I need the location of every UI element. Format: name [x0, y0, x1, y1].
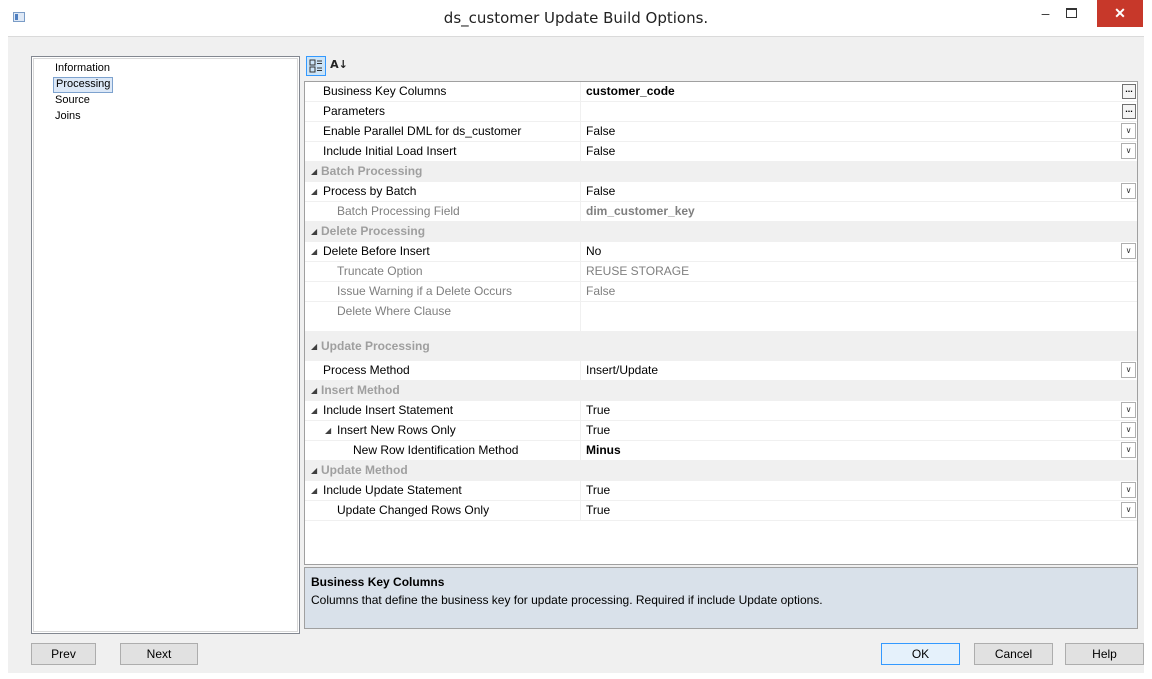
property-value[interactable]: False: [580, 182, 1137, 201]
chevron-down-icon[interactable]: ∨: [1121, 183, 1136, 199]
property-label: Insert New Rows Only: [337, 423, 456, 437]
property-row[interactable]: Batch Processing Field dim_customer_key: [305, 202, 1137, 222]
property-label: Update Changed Rows Only: [337, 503, 490, 517]
category-delete-processing[interactable]: ◢ Delete Processing: [305, 222, 1137, 242]
tree-item-joins[interactable]: Joins: [53, 109, 83, 123]
next-button[interactable]: Next: [120, 643, 198, 665]
tree-item-processing[interactable]: Processing: [53, 77, 114, 93]
property-row[interactable]: Update Changed Rows Only True ∨: [305, 501, 1137, 521]
category-label: Insert Method: [321, 383, 400, 397]
collapse-triangle-icon[interactable]: ◢: [311, 401, 317, 420]
description-title: Business Key Columns: [311, 575, 445, 589]
property-label: Batch Processing Field: [337, 204, 460, 218]
category-label: Update Processing: [321, 339, 430, 353]
sort-alpha-icon[interactable]: A↓: [329, 56, 349, 76]
category-update-method[interactable]: ◢ Update Method: [305, 461, 1137, 481]
chevron-down-icon[interactable]: ∨: [1121, 143, 1136, 159]
close-button[interactable]: ✕: [1097, 0, 1143, 27]
collapse-triangle-icon[interactable]: ◢: [311, 481, 317, 500]
property-label: Parameters: [323, 104, 386, 118]
category-label: Update Method: [321, 463, 408, 477]
property-row[interactable]: ◢ Insert New Rows Only True ∨: [305, 421, 1137, 441]
description-text: Columns that define the business key for…: [311, 593, 823, 607]
chevron-down-icon[interactable]: ∨: [1121, 482, 1136, 498]
maximize-button[interactable]: [1058, 0, 1083, 27]
property-row[interactable]: ◢ Include Update Statement True ∨: [305, 481, 1137, 501]
property-row[interactable]: Include Initial Load Insert False ∨: [305, 142, 1137, 162]
chevron-down-icon[interactable]: ∨: [1121, 402, 1136, 418]
property-value[interactable]: True: [580, 501, 1137, 520]
property-label: Include Initial Load Insert: [323, 144, 457, 158]
property-label: Truncate Option: [337, 264, 423, 278]
property-label: Issue Warning if a Delete Occurs: [337, 284, 512, 298]
property-row[interactable]: Truncate Option REUSE STORAGE: [305, 262, 1137, 282]
description-panel: Business Key Columns Columns that define…: [304, 567, 1138, 629]
tree-item-source[interactable]: Source: [53, 93, 92, 107]
property-label: Delete Where Clause: [337, 304, 452, 318]
property-label: Include Insert Statement: [323, 403, 454, 417]
property-row[interactable]: Issue Warning if a Delete Occurs False: [305, 282, 1137, 302]
property-value[interactable]: Minus: [580, 441, 1137, 460]
property-label: Process by Batch: [323, 184, 417, 198]
property-value[interactable]: False: [580, 142, 1137, 161]
property-label: Include Update Statement: [323, 483, 462, 497]
categorized-icon: [309, 59, 322, 73]
property-value[interactable]: False: [580, 122, 1137, 141]
window-title: ds_customer Update Build Options.: [443, 9, 709, 27]
property-value[interactable]: customer_code: [580, 82, 1137, 101]
property-value[interactable]: True: [580, 481, 1137, 500]
property-label: Business Key Columns: [323, 84, 447, 98]
category-label: Batch Processing: [321, 164, 423, 178]
property-value[interactable]: True: [580, 421, 1137, 440]
property-value[interactable]: Insert/Update: [580, 361, 1137, 380]
cancel-button[interactable]: Cancel: [974, 643, 1053, 665]
ellipsis-button[interactable]: ...: [1122, 104, 1136, 119]
title-bar: ds_customer Update Build Options. – ✕: [0, 0, 1152, 36]
property-label: Process Method: [323, 363, 410, 377]
property-value[interactable]: [580, 102, 1137, 121]
property-value[interactable]: No: [580, 242, 1137, 261]
minimize-button[interactable]: –: [1033, 0, 1058, 27]
property-label: New Row Identification Method: [353, 443, 519, 457]
property-row[interactable]: ◢ Delete Before Insert No ∨: [305, 242, 1137, 262]
chevron-down-icon[interactable]: ∨: [1121, 123, 1136, 139]
category-label: Delete Processing: [321, 224, 426, 238]
property-value[interactable]: True: [580, 401, 1137, 420]
chevron-down-icon[interactable]: ∨: [1121, 362, 1136, 378]
options-tree[interactable]: Information Processing Source Joins: [31, 56, 300, 634]
help-button[interactable]: Help: [1065, 643, 1144, 665]
property-value: [580, 302, 1137, 331]
collapse-triangle-icon[interactable]: ◢: [311, 182, 317, 201]
property-row[interactable]: Process Method Insert/Update ∨: [305, 361, 1137, 381]
property-label: Enable Parallel DML for ds_customer: [323, 124, 522, 138]
property-value: False: [580, 282, 1137, 301]
category-insert-method[interactable]: ◢ Insert Method: [305, 381, 1137, 401]
category-update-processing[interactable]: ◢ Update Processing: [305, 332, 1137, 361]
property-row[interactable]: Parameters...: [305, 102, 1137, 122]
ok-button[interactable]: OK: [881, 643, 960, 665]
property-value: REUSE STORAGE: [580, 262, 1137, 281]
property-row[interactable]: ◢ Process by Batch False ∨: [305, 182, 1137, 202]
property-label: Delete Before Insert: [323, 244, 430, 258]
dialog-body: Information Processing Source Joins A↓ Busi…: [8, 36, 1144, 673]
category-batch-processing[interactable]: ◢ Batch Processing: [305, 162, 1137, 182]
prev-button[interactable]: Prev: [31, 643, 96, 665]
collapse-triangle-icon[interactable]: ◢: [311, 242, 317, 261]
property-row[interactable]: Business Key Columns customer_code...: [305, 82, 1137, 102]
chevron-down-icon[interactable]: ∨: [1121, 442, 1136, 458]
property-row[interactable]: New Row Identification Method Minus ∨: [305, 441, 1137, 461]
chevron-down-icon[interactable]: ∨: [1121, 422, 1136, 438]
property-value: dim_customer_key: [580, 202, 1137, 221]
property-row[interactable]: Enable Parallel DML for ds_customer False…: [305, 122, 1137, 142]
chevron-down-icon[interactable]: ∨: [1121, 243, 1136, 259]
property-row[interactable]: ◢ Include Insert Statement True ∨: [305, 401, 1137, 421]
property-grid: Business Key Columns customer_code... Para…: [304, 81, 1138, 565]
tree-item-information[interactable]: Information: [53, 61, 112, 75]
categorized-view-button[interactable]: [306, 56, 326, 76]
ellipsis-button[interactable]: ...: [1122, 84, 1136, 99]
property-row[interactable]: Delete Where Clause: [305, 302, 1137, 332]
chevron-down-icon[interactable]: ∨: [1121, 502, 1136, 518]
